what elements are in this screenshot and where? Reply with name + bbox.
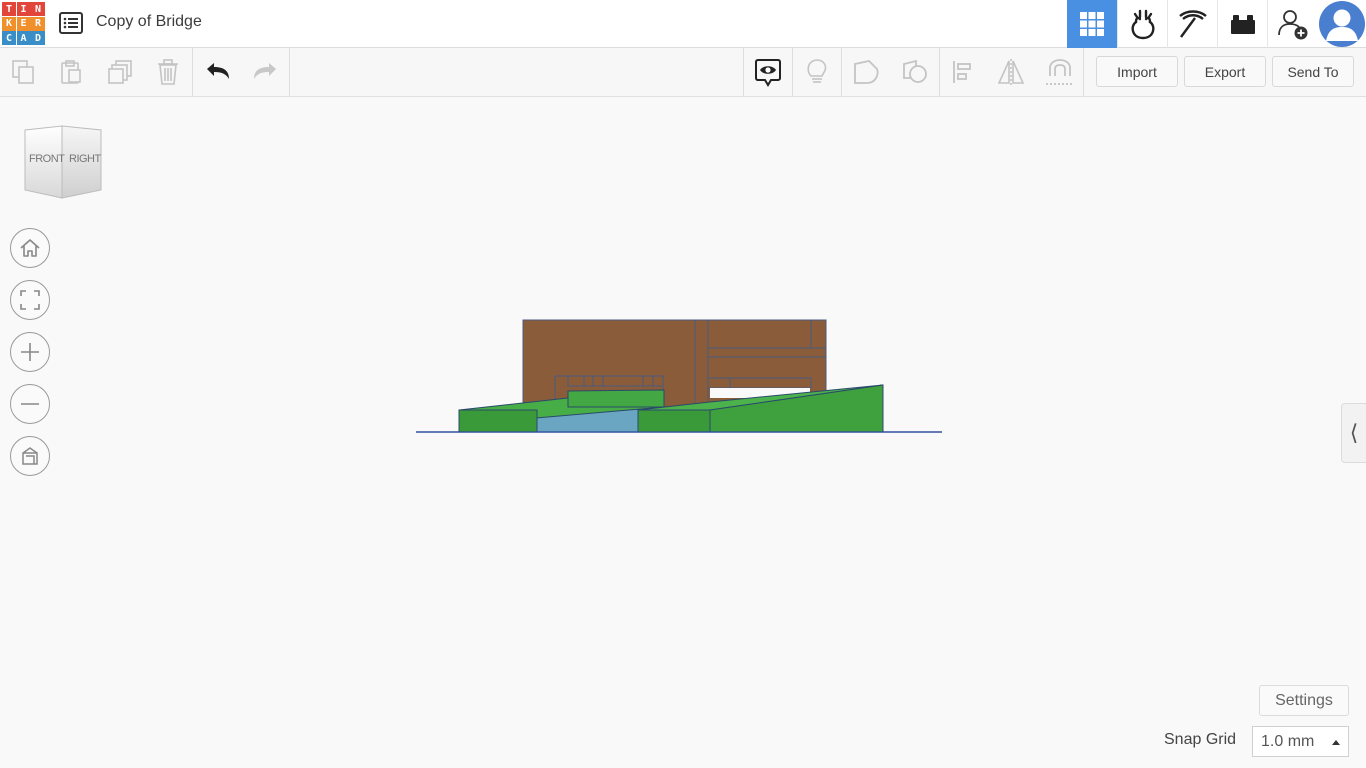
undo-icon — [207, 63, 229, 79]
delete-button[interactable] — [144, 48, 192, 96]
fit-view-button[interactable] — [10, 280, 50, 320]
circuits-button[interactable] — [1117, 0, 1167, 48]
home-view-icon — [20, 239, 40, 257]
fit-view-icon — [20, 290, 40, 310]
delete-icon — [158, 59, 178, 85]
circuits-icon — [1130, 9, 1155, 40]
view-cube-right-label[interactable]: RIGHT — [69, 153, 101, 165]
user-avatar-button[interactable] — [1317, 0, 1366, 48]
ungroup-icon — [903, 59, 927, 83]
chevron-left-icon: ⟨ — [1349, 420, 1359, 445]
send-to-button[interactable]: Send To — [1272, 56, 1354, 87]
paste-button[interactable] — [47, 48, 95, 96]
logo-letter: A — [16, 31, 31, 45]
lego-brick-icon — [1230, 15, 1255, 34]
duplicate-button[interactable] — [96, 48, 144, 96]
cruise-button[interactable] — [1035, 48, 1083, 96]
zoom-in-button[interactable] — [10, 332, 50, 372]
show-all-icon — [807, 59, 827, 83]
minecraft-button[interactable] — [1167, 0, 1217, 48]
snap-grid-value: 1.0 mm — [1261, 732, 1315, 750]
ungroup-button[interactable] — [891, 48, 939, 96]
align-button[interactable] — [940, 48, 988, 96]
zoom-out-button[interactable] — [10, 384, 50, 424]
3d-design-grid-icon — [1080, 12, 1104, 36]
snap-grid-label: Snap Grid — [1164, 731, 1237, 748]
settings-button[interactable]: Settings — [1259, 685, 1349, 716]
perspective-icon — [22, 447, 38, 465]
bridge-model[interactable] — [410, 310, 950, 445]
logo-letter: C — [2, 31, 16, 45]
invite-user-icon — [1277, 10, 1307, 40]
duplicate-icon — [108, 60, 132, 84]
logo-letter: N — [31, 2, 45, 16]
zoom-out-icon — [21, 403, 39, 405]
logo-letter: T — [2, 2, 16, 16]
logo-letter: K — [2, 16, 16, 31]
paste-icon — [61, 60, 81, 84]
undo-button[interactable] — [194, 48, 242, 96]
design-title[interactable]: Copy of Bridge — [96, 13, 202, 31]
group-button[interactable] — [842, 48, 890, 96]
mirror-icon — [997, 59, 1025, 85]
view-cube-front-label[interactable]: FRONT — [29, 153, 65, 165]
workplane-scene[interactable] — [410, 310, 950, 445]
logo-letter: R — [31, 16, 45, 31]
logo-letter: I — [16, 2, 31, 16]
export-button[interactable]: Export — [1184, 56, 1266, 87]
import-button[interactable]: Import — [1096, 56, 1178, 87]
show-notes-icon — [755, 59, 781, 87]
snap-grid-select[interactable]: 1.0 mm — [1252, 726, 1349, 757]
header-nav — [1067, 0, 1366, 48]
home-view-button[interactable] — [10, 228, 50, 268]
group-icon — [854, 60, 879, 84]
cruise-icon — [1046, 59, 1072, 85]
view-cube[interactable]: FRONT RIGHT — [22, 124, 104, 202]
caret-up-icon — [1332, 740, 1340, 745]
3d-design-button[interactable] — [1067, 0, 1117, 48]
copy-button[interactable] — [0, 48, 48, 96]
tinkercad-logo[interactable]: T I N K E R C A D — [2, 2, 45, 45]
toolbar: Import Export Send To — [0, 48, 1366, 97]
logo-letter: E — [16, 16, 31, 31]
redo-button[interactable] — [241, 48, 289, 96]
avatar — [1318, 1, 1365, 47]
mirror-button[interactable] — [987, 48, 1035, 96]
invite-user-button[interactable] — [1267, 0, 1317, 48]
list-icon — [59, 12, 83, 34]
redo-icon — [254, 63, 276, 79]
perspective-button[interactable] — [10, 436, 50, 476]
zoom-in-icon — [21, 343, 39, 361]
show-all-button[interactable] — [793, 48, 841, 96]
top-header: T I N K E R C A D Copy of Bridge — [0, 0, 1366, 48]
design-list-button[interactable] — [58, 11, 84, 35]
logo-letter: D — [31, 31, 45, 45]
align-icon — [953, 61, 971, 83]
shapes-panel-toggle[interactable]: ⟨ — [1341, 403, 1366, 463]
copy-icon — [12, 60, 34, 84]
show-notes-button[interactable] — [744, 48, 792, 96]
lego-button[interactable] — [1217, 0, 1267, 48]
minecraft-pickaxe-icon — [1178, 10, 1207, 38]
